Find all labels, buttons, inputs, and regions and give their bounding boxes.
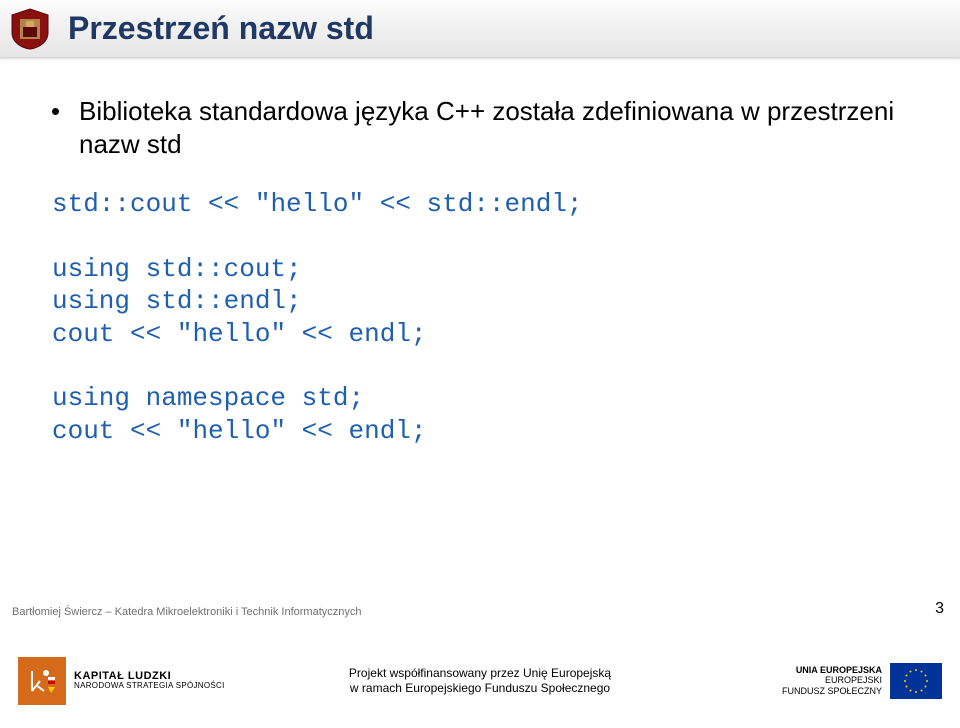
kl-logo-text: KAPITAŁ LUDZKI NARODOWA STRATEGIA SPÓJNO… bbox=[74, 670, 225, 691]
code-token: "hello" bbox=[239, 189, 379, 219]
eu-line1: UNIA EUROPEJSKA bbox=[782, 665, 882, 675]
code-token: "hello" bbox=[161, 319, 301, 349]
kl-logo-icon bbox=[18, 657, 66, 705]
code-token: std::cout bbox=[52, 189, 208, 219]
code-block-1: std::cout << "hello" << std::endl; bbox=[52, 188, 908, 221]
eu-flag-icon bbox=[890, 663, 942, 699]
code-token: cout bbox=[52, 416, 130, 446]
page-number: 3 bbox=[935, 600, 944, 618]
center-line2: w ramach Europejskiego Funduszu Społeczn… bbox=[349, 681, 611, 696]
code-token: << bbox=[208, 189, 239, 219]
eu-line3: FUNDUSZ SPOŁECZNY bbox=[782, 686, 882, 696]
eu-text: UNIA EUROPEJSKA EUROPEJSKI FUNDUSZ SPOŁE… bbox=[782, 665, 882, 696]
code-line: using namespace std; bbox=[52, 383, 364, 413]
author-footer: Bartłomiej Świercz – Katedra Mikroelektr… bbox=[12, 606, 361, 618]
code-token: << bbox=[302, 319, 333, 349]
code-area: std::cout << "hello" << std::endl; using… bbox=[52, 188, 908, 447]
code-token: "hello" bbox=[161, 416, 301, 446]
eu-line2: EUROPEJSKI bbox=[782, 675, 882, 685]
slide-title: Przestrzeń nazw std bbox=[68, 10, 374, 47]
code-token: cout bbox=[52, 319, 130, 349]
code-token: << bbox=[302, 416, 333, 446]
bullet-item: Biblioteka standardowa języka C++ został… bbox=[52, 95, 908, 160]
center-line1: Projekt współfinansowany przez Unię Euro… bbox=[349, 666, 611, 681]
code-token: << bbox=[380, 189, 411, 219]
code-block-3: using namespace std; cout << "hello" << … bbox=[52, 382, 908, 447]
bullet-text: Biblioteka standardowa języka C++ został… bbox=[79, 95, 908, 160]
footer-logo-bar: KAPITAŁ LUDZKI NARODOWA STRATEGIA SPÓJNO… bbox=[0, 633, 960, 728]
slide-header: Przestrzeń nazw std bbox=[0, 0, 960, 58]
code-token: << bbox=[130, 319, 161, 349]
code-token: endl; bbox=[333, 416, 427, 446]
university-logo bbox=[8, 7, 52, 51]
kapital-ludzki-logo: KAPITAŁ LUDZKI NARODOWA STRATEGIA SPÓJNO… bbox=[18, 657, 225, 705]
code-token: endl; bbox=[333, 319, 427, 349]
bullet-dot-icon bbox=[52, 108, 59, 115]
cofinancing-text: Projekt współfinansowany przez Unię Euro… bbox=[349, 666, 611, 696]
slide-content: Biblioteka standardowa języka C++ został… bbox=[52, 95, 908, 479]
code-token: << bbox=[130, 416, 161, 446]
code-token: std::endl; bbox=[411, 189, 583, 219]
eu-logo-block: UNIA EUROPEJSKA EUROPEJSKI FUNDUSZ SPOŁE… bbox=[782, 663, 942, 699]
kl-line2: NARODOWA STRATEGIA SPÓJNOŚCI bbox=[74, 682, 225, 691]
code-line: using std::endl; bbox=[52, 286, 302, 316]
code-line: using std::cout; bbox=[52, 254, 302, 284]
code-block-2: using std::cout; using std::endl; cout <… bbox=[52, 253, 908, 351]
